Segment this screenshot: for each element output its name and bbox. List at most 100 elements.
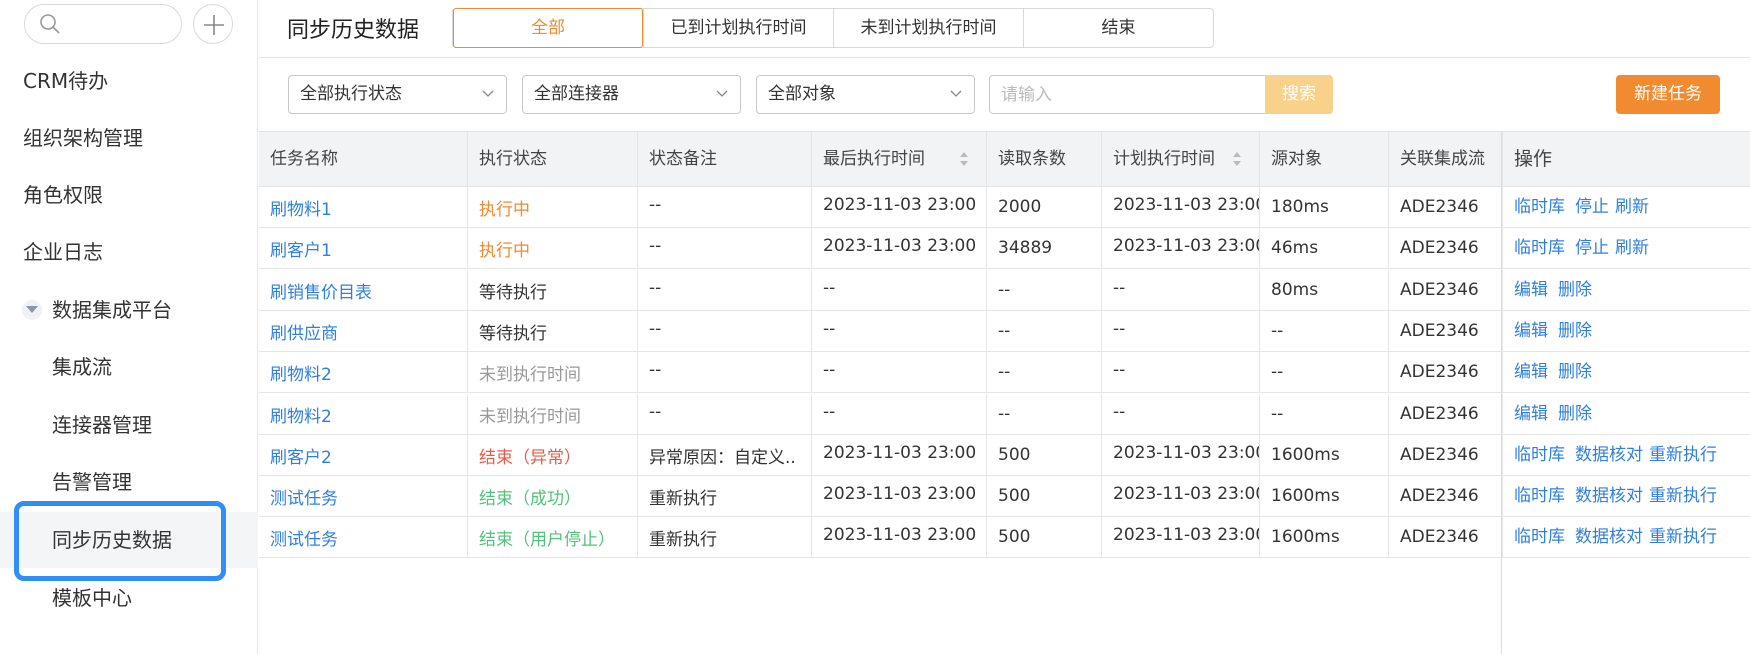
row-action-link[interactable]: 重新执行 (1649, 527, 1717, 547)
row-action-link[interactable]: 编辑 (1514, 280, 1548, 300)
cell-source-object: 1600ms (1260, 434, 1389, 476)
column-header-plan-exec-time[interactable]: 计划执行时间 (1102, 132, 1260, 187)
cell-task-name[interactable]: 测试任务 (259, 476, 468, 518)
cell-actions: 临时库 停止 刷新 (1503, 187, 1750, 228)
cell-last-exec-time: -- (812, 269, 987, 311)
row-action-link[interactable]: 删除 (1558, 362, 1592, 382)
row-action-link[interactable]: 数据核对 (1575, 445, 1643, 465)
row-action-link[interactable]: 临时库 (1514, 197, 1565, 217)
sidebar-item-enterprise-log[interactable]: 企业日志 (0, 232, 258, 272)
cell-actions: 临时库 数据核对 重新执行 (1503, 435, 1750, 476)
cell-task-name[interactable]: 刷物料2 (259, 352, 468, 394)
cell-read-count: 500 (987, 476, 1102, 518)
row-action-link[interactable]: 临时库 (1514, 486, 1565, 506)
cell-read-count: -- (987, 310, 1102, 352)
cell-source-object: 180ms (1260, 187, 1389, 228)
cell-plan-exec-time: -- (1102, 310, 1260, 352)
sidebar-item-crm-todo[interactable]: CRM待办 (0, 61, 258, 101)
cell-task-name[interactable]: 刷供应商 (259, 310, 468, 352)
cell-source-object: -- (1260, 393, 1389, 435)
sidebar-item-sync-history[interactable]: 同步历史数据 (0, 512, 258, 568)
column-header-label: 计划执行时间 (1113, 149, 1215, 169)
row-action-link[interactable]: 临时库 (1514, 238, 1565, 258)
cell-linked-flow: ADE2346 (1389, 187, 1503, 228)
row-action-link[interactable]: 临时库 (1514, 527, 1565, 547)
cell-linked-flow: ADE2346 (1389, 517, 1503, 559)
sidebar-item-alerts[interactable]: 告警管理 (0, 462, 258, 502)
cell-actions: 编辑 删除 (1503, 311, 1750, 352)
cell-actions: 编辑 删除 (1503, 352, 1750, 393)
app: CRM待办 组织架构管理 角色权限 企业日志 数据集成平台 集成流 连接器管理 … (0, 0, 1750, 654)
cell-last-exec-time: -- (812, 310, 987, 352)
sidebar-item-data-integration[interactable]: 数据集成平台 (0, 290, 258, 330)
row-action-link[interactable]: 删除 (1558, 280, 1592, 300)
sidebar: CRM待办 组织架构管理 角色权限 企业日志 数据集成平台 集成流 连接器管理 … (0, 0, 258, 654)
sidebar-item-templates[interactable]: 模板中心 (0, 578, 258, 618)
sidebar-search-input[interactable] (24, 4, 182, 44)
row-action-link[interactable]: 删除 (1558, 404, 1592, 424)
cell-actions: 编辑 删除 (1503, 270, 1750, 311)
new-task-button[interactable]: 新建任务 (1616, 75, 1720, 114)
row-action-link[interactable]: 停止 (1575, 238, 1609, 258)
row-action-link[interactable]: 删除 (1558, 321, 1592, 341)
keyword-input[interactable] (989, 75, 1265, 114)
sidebar-item-label: 集成流 (52, 355, 112, 379)
cell-last-exec-time: 2023-11-03 23:00 (812, 228, 987, 270)
row-action-link[interactable]: 编辑 (1514, 404, 1548, 424)
row-action-link[interactable]: 数据核对 (1575, 527, 1643, 547)
tab-reached-plan-time[interactable]: 已到计划执行时间 (643, 9, 833, 47)
search-icon (40, 14, 60, 34)
tab-finished[interactable]: 结束 (1023, 9, 1213, 47)
cell-source-object: -- (1260, 352, 1389, 394)
cell-exec-status: 执行中 (468, 187, 638, 228)
row-action-link[interactable]: 重新执行 (1649, 445, 1717, 465)
column-header-last-exec-time[interactable]: 最后执行时间 (812, 132, 987, 187)
cell-status-note: -- (638, 269, 812, 311)
sidebar-item-org[interactable]: 组织架构管理 (0, 118, 258, 158)
table-row: 刷销售价目表 等待执行 -- -- -- -- 80ms ADE2346 编辑 删除 (259, 269, 1750, 311)
status-tabs: 全部 已到计划执行时间 未到计划执行时间 结束 (452, 8, 1214, 48)
sidebar-item-label: 组织架构管理 (23, 126, 143, 150)
cell-last-exec-time: -- (812, 393, 987, 435)
cell-read-count: -- (987, 269, 1102, 311)
search-button[interactable]: 搜索 (1265, 75, 1333, 114)
row-action-link[interactable]: 编辑 (1514, 321, 1548, 341)
column-header-actions: 操作 (1514, 148, 1553, 170)
tab-all[interactable]: 全部 (453, 8, 643, 48)
cell-read-count: 500 (987, 434, 1102, 476)
table-row: 测试任务 结束（用户停止） 重新执行 2023-11-03 23:00 500 2023-… (259, 517, 1750, 559)
cell-task-name[interactable]: 刷物料1 (259, 187, 468, 228)
plus-icon (204, 15, 224, 35)
sidebar-item-label: 同步历史数据 (52, 528, 172, 552)
cell-last-exec-time: 2023-11-03 23:00 (812, 187, 987, 228)
cell-status-note: 重新执行 (638, 476, 812, 518)
cell-task-name[interactable]: 刷物料2 (259, 393, 468, 435)
sidebar-item-roles[interactable]: 角色权限 (0, 175, 258, 215)
row-action-link[interactable]: 临时库 (1514, 445, 1565, 465)
row-action-link[interactable]: 编辑 (1514, 362, 1548, 382)
cell-task-name[interactable]: 测试任务 (259, 517, 468, 559)
row-action-link[interactable]: 重新执行 (1649, 486, 1717, 506)
row-action-link[interactable]: 数据核对 (1575, 486, 1643, 506)
cell-plan-exec-time: -- (1102, 393, 1260, 435)
connector-select[interactable]: 全部连接器 (522, 75, 741, 114)
tab-not-reached-plan-time[interactable]: 未到计划执行时间 (833, 9, 1023, 47)
row-action-link[interactable]: 停止 (1575, 197, 1609, 217)
cell-exec-status: 未到执行时间 (468, 352, 638, 394)
cell-task-name[interactable]: 刷客户1 (259, 228, 468, 270)
row-action-link[interactable]: 刷新 (1615, 197, 1649, 217)
object-select-value: 全部对象 (768, 84, 836, 104)
filter-bar: 全部执行状态 全部连接器 全部对象 搜索 新建任务 (259, 59, 1750, 131)
cell-linked-flow: ADE2346 (1389, 310, 1503, 352)
cell-task-name[interactable]: 刷客户2 (259, 434, 468, 476)
row-action-link[interactable]: 刷新 (1615, 238, 1649, 258)
sidebar-item-connectors[interactable]: 连接器管理 (0, 405, 258, 445)
cell-read-count: 2000 (987, 187, 1102, 228)
exec-status-select[interactable]: 全部执行状态 (288, 75, 507, 114)
chevron-down-icon (22, 300, 42, 320)
add-button[interactable] (193, 4, 233, 44)
sidebar-item-integration-flow[interactable]: 集成流 (0, 347, 258, 387)
cell-actions: 临时库 停止 刷新 (1503, 228, 1750, 269)
cell-task-name[interactable]: 刷销售价目表 (259, 269, 468, 311)
object-select[interactable]: 全部对象 (756, 75, 975, 114)
